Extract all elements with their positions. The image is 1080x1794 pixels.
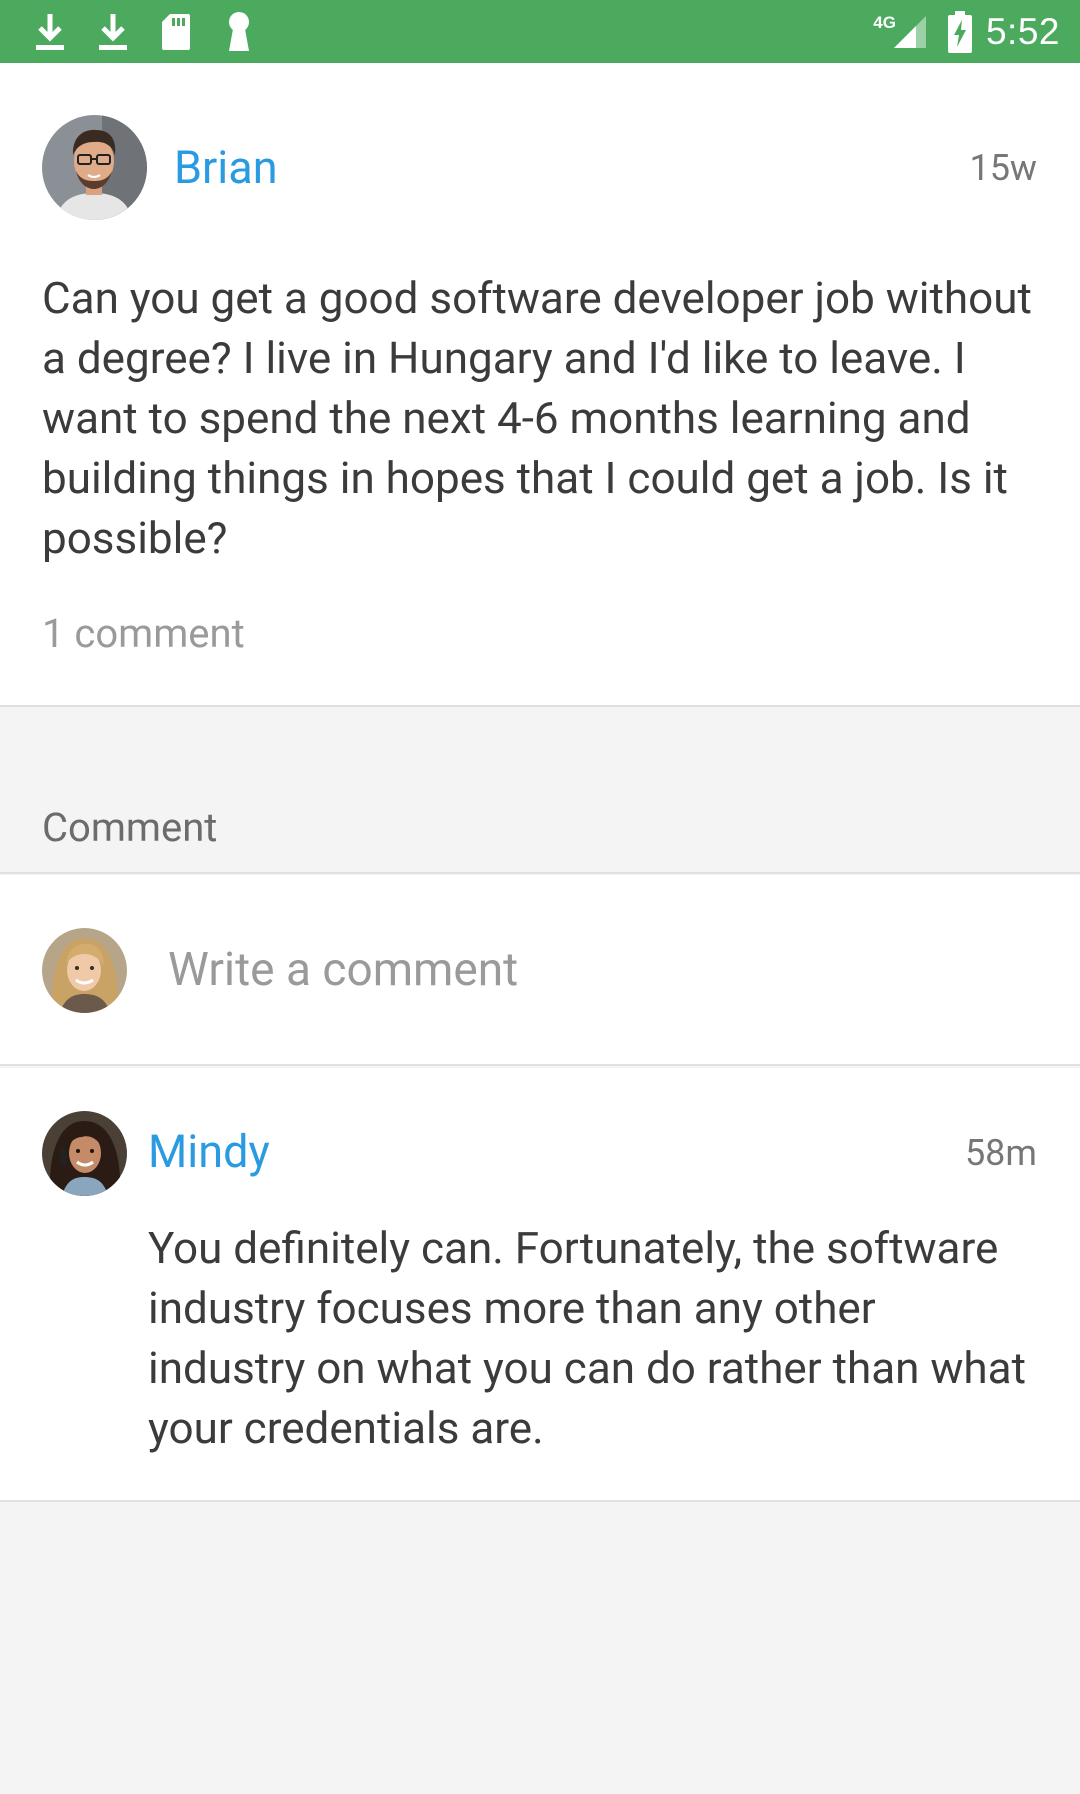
keyhole-icon [219,10,259,54]
avatar[interactable] [42,1111,127,1196]
download-icon [93,10,133,54]
comment-timestamp: 58m [964,1132,1037,1174]
comment-compose [0,875,1080,1066]
comments-section-header: Comment [0,709,1080,874]
signal-icon [892,14,928,50]
status-bar: 4G 5:52 [0,0,1080,63]
section-title: Comment [42,804,218,851]
post-author-name[interactable]: Brian [174,141,278,195]
system-icons: 4G 5:52 [873,0,1060,63]
comment-text: You definitely can. Fortunately, the sof… [148,1222,1026,1454]
notification-icons [30,10,282,54]
post-timestamp: 15w [969,147,1037,189]
post-text: Can you get a good software developer jo… [42,272,1032,564]
battery-charging-icon [947,10,972,53]
comment-count[interactable]: 1 comment [42,610,245,658]
download-icon [30,10,70,54]
comment-author-name[interactable]: Mindy [148,1125,270,1179]
network-type-label: 4G [873,12,896,32]
post-card: Brian 15w Can you get a good software de… [0,63,1080,707]
avatar [42,928,127,1013]
avatar[interactable] [42,115,147,220]
clock: 5:52 [985,10,1060,52]
comment-input[interactable] [168,935,1028,1005]
comment-item: Mindy 58m You definitely can. Fortunatel… [0,1068,1080,1502]
sd-card-icon [156,10,196,54]
